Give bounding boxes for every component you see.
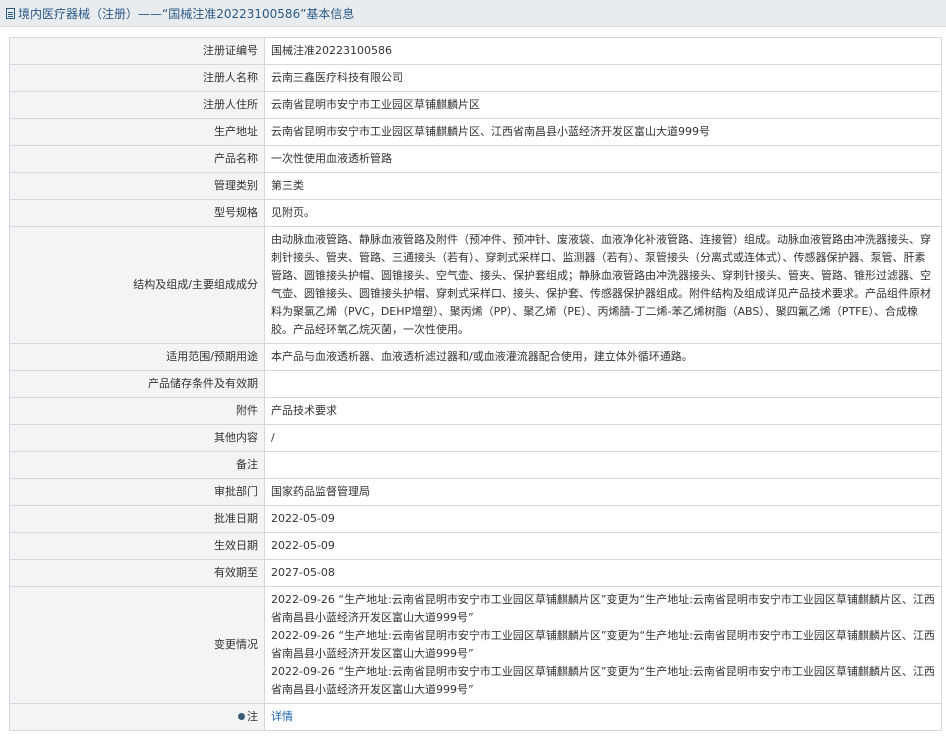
row-label: 注册证编号 — [9, 37, 265, 65]
product-name-value: 一次性使用血液透析管路 — [264, 145, 942, 173]
row-label: 备注 — [9, 451, 265, 479]
registration-number-value: 国械注准20223100586 — [264, 37, 942, 65]
change-entry: 2022-09-26 “生产地址:云南省昆明市安宁市工业园区草铺麒麟片区”变更为… — [271, 593, 935, 624]
row-label: 其他内容 — [9, 424, 265, 452]
page-title: 境内医疗器械（注册）——“国械注准20223100586”基本信息 — [18, 6, 355, 21]
expiry-date-value: 2027-05-08 — [264, 559, 942, 587]
table-row-registrant-address: 注册人住所 云南省昆明市安宁市工业园区草铺麒麟片区 — [9, 91, 942, 119]
row-label: 审批部门 — [9, 478, 265, 506]
table-row-approval-date: 批准日期 2022-05-09 — [9, 505, 942, 533]
production-address-value: 云南省昆明市安宁市工业园区草铺麒麟片区、江西省南昌县小蓝经济开发区富山大道999… — [264, 118, 942, 146]
page-title-bar: 境内医疗器械（注册）——“国械注准20223100586”基本信息 — [0, 0, 946, 27]
category-value: 第三类 — [264, 172, 942, 200]
row-label: 结构及组成/主要组成成分 — [9, 226, 265, 344]
other-value: / — [264, 424, 942, 452]
row-label: 适用范围/预期用途 — [9, 343, 265, 371]
effective-date-value: 2022-05-09 — [264, 532, 942, 560]
table-row-attachment: 附件 产品技术要求 — [9, 397, 942, 425]
table-row-registrant: 注册人名称 云南三鑫医疗科技有限公司 — [9, 64, 942, 92]
change-entry: 2022-09-26 “生产地址:云南省昆明市安宁市工业园区草铺麒麟片区”变更为… — [271, 665, 935, 696]
changes-value: 2022-09-26 “生产地址:云南省昆明市安宁市工业园区草铺麒麟片区”变更为… — [264, 586, 942, 704]
row-label: 附件 — [9, 397, 265, 425]
document-icon — [6, 7, 15, 19]
table-row-effective-date: 生效日期 2022-05-09 — [9, 532, 942, 560]
table-row-composition: 结构及组成/主要组成成分 由动脉血液管路、静脉血液管路及附件（预冲件、预冲针、废… — [9, 226, 942, 344]
registration-info-table: 注册证编号 国械注准20223100586 注册人名称 云南三鑫医疗科技有限公司… — [9, 37, 942, 731]
remarks-value — [264, 451, 942, 479]
row-label: 管理类别 — [9, 172, 265, 200]
registrant-address-value: 云南省昆明市安宁市工业园区草铺麒麟片区 — [264, 91, 942, 119]
table-row-model: 型号规格 见附页。 — [9, 199, 942, 227]
row-label: 注 — [247, 710, 258, 723]
note-value: 详情 — [264, 703, 942, 731]
approval-date-value: 2022-05-09 — [264, 505, 942, 533]
note-label-cell: 注 — [9, 703, 265, 731]
row-label: 变更情况 — [9, 586, 265, 704]
row-label: 注册人名称 — [9, 64, 265, 92]
table-row-remarks: 备注 — [9, 451, 942, 479]
table-row-expiry-date: 有效期至 2027-05-08 — [9, 559, 942, 587]
approval-dept-value: 国家药品监督管理局 — [264, 478, 942, 506]
table-row-production-address: 生产地址 云南省昆明市安宁市工业园区草铺麒麟片区、江西省南昌县小蓝经济开发区富山… — [9, 118, 942, 146]
detail-link[interactable]: 详情 — [271, 710, 293, 723]
table-row-other: 其他内容 / — [9, 424, 942, 452]
table-row-note: 注 详情 — [9, 703, 942, 731]
table-row-scope: 适用范围/预期用途 本产品与血液透析器、血液透析滤过器和/或血液灌流器配合使用，… — [9, 343, 942, 371]
row-label: 批准日期 — [9, 505, 265, 533]
attachment-value: 产品技术要求 — [264, 397, 942, 425]
table-row-changes: 变更情况 2022-09-26 “生产地址:云南省昆明市安宁市工业园区草铺麒麟片… — [9, 586, 942, 704]
row-label: 生产地址 — [9, 118, 265, 146]
composition-value: 由动脉血液管路、静脉血液管路及附件（预冲件、预冲针、废液袋、血液净化补液管路、连… — [264, 226, 942, 344]
scope-value: 本产品与血液透析器、血液透析滤过器和/或血液灌流器配合使用，建立体外循环通路。 — [264, 343, 942, 371]
map-pin-icon — [238, 713, 245, 720]
storage-value — [264, 370, 942, 398]
row-label: 产品储存条件及有效期 — [9, 370, 265, 398]
table-row-reg-no: 注册证编号 国械注准20223100586 — [9, 37, 942, 65]
row-label: 生效日期 — [9, 532, 265, 560]
table-row-approval-dept: 审批部门 国家药品监督管理局 — [9, 478, 942, 506]
table-row-category: 管理类别 第三类 — [9, 172, 942, 200]
row-label: 产品名称 — [9, 145, 265, 173]
row-label: 注册人住所 — [9, 91, 265, 119]
change-entry: 2022-09-26 “生产地址:云南省昆明市安宁市工业园区草铺麒麟片区”变更为… — [271, 629, 935, 660]
row-label: 型号规格 — [9, 199, 265, 227]
registrant-name-value: 云南三鑫医疗科技有限公司 — [264, 64, 942, 92]
row-label: 有效期至 — [9, 559, 265, 587]
table-row-storage: 产品储存条件及有效期 — [9, 370, 942, 398]
table-row-product-name: 产品名称 一次性使用血液透析管路 — [9, 145, 942, 173]
model-value: 见附页。 — [264, 199, 942, 227]
